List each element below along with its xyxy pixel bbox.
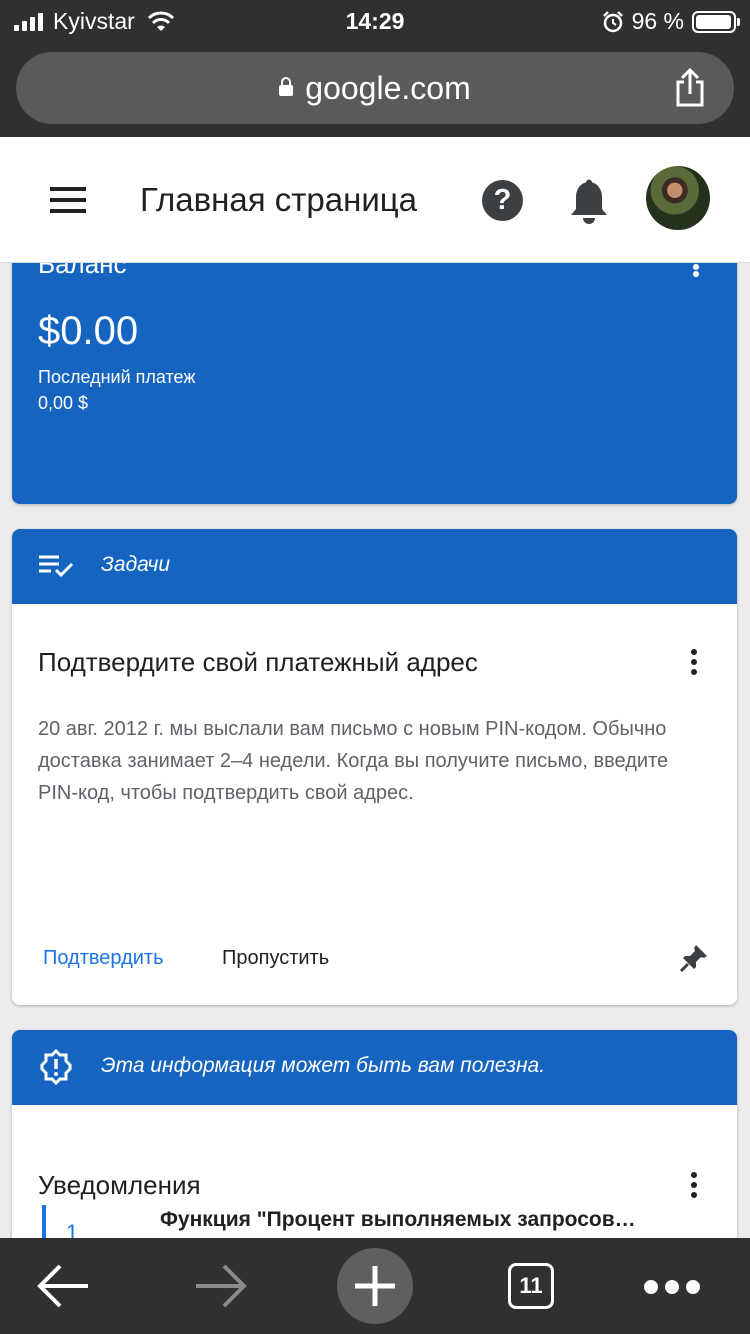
notification-accent-bar [42, 1205, 46, 1238]
battery-level [696, 14, 731, 29]
info-card-header-label: Эта информация может быть вам полезна. [101, 1054, 546, 1077]
task-more-icon[interactable] [691, 649, 697, 675]
plus-icon [355, 1266, 395, 1306]
notifications-title: Уведомления [38, 1170, 201, 1200]
forward-arrow-icon[interactable] [180, 1238, 260, 1334]
main-content: Баланс $0.00 Последний платеж 0,00 $ Зад… [0, 263, 750, 1238]
menu-icon[interactable] [50, 187, 86, 213]
notification-item[interactable]: 1 Функция "Процент выполняемых запросов… [42, 1205, 712, 1238]
battery-icon [692, 10, 740, 33]
browser-toolbar: 11 [0, 1238, 750, 1334]
status-right: 96 % [602, 8, 740, 35]
notifications-bell-icon[interactable] [568, 179, 610, 225]
help-icon[interactable]: ? [482, 180, 523, 221]
account-avatar[interactable] [646, 166, 710, 230]
share-icon[interactable] [672, 68, 708, 108]
task-description: 20 авг. 2012 г. мы выслали вам письмо с … [38, 718, 669, 804]
balance-card-title: Баланс [38, 263, 127, 279]
balance-more-icon[interactable] [693, 263, 699, 277]
alarm-icon [602, 10, 623, 32]
url-display[interactable]: google.com [16, 70, 734, 107]
url-bar[interactable]: google.com [16, 52, 734, 124]
info-card-header: Эта информация может быть вам полезна. [12, 1030, 737, 1105]
notification-number: 1 [66, 1220, 79, 1238]
status-bar: Kyivstar 14:29 96 % [0, 0, 750, 40]
tasks-card-header: Задачи [12, 529, 737, 604]
task-list-icon [39, 555, 74, 578]
balance-card: Баланс $0.00 Последний платеж 0,00 $ [12, 263, 737, 504]
tasks-card: Задачи Подтвердите свой платежный адрес … [12, 529, 737, 1005]
balance-amount: $0.00 [38, 309, 139, 353]
tab-switcher-button[interactable]: 11 [508, 1263, 554, 1309]
confirm-button[interactable]: Подтвердить [43, 947, 164, 970]
last-payment-label: Последний платеж [38, 367, 196, 387]
new-tab-button[interactable] [337, 1248, 413, 1324]
more-menu-icon[interactable] [644, 1280, 700, 1294]
last-payment-value: 0,00 $ [38, 393, 89, 413]
info-card: Эта информация может быть вам полезна. У… [12, 1030, 737, 1238]
app-header: Главная страница ? [0, 137, 750, 263]
skip-button[interactable]: Пропустить [222, 947, 329, 970]
task-title: Подтвердите свой платежный адрес [38, 647, 478, 677]
page-title: Главная страница [140, 181, 418, 218]
info-alert-icon [40, 1049, 72, 1085]
battery-percent: 96 % [631, 8, 684, 34]
back-arrow-icon[interactable] [24, 1238, 104, 1334]
browser-top-bar: Kyivstar 14:29 96 % google.com [0, 0, 750, 137]
tasks-card-header-label: Задачи [101, 553, 170, 576]
notifications-more-icon[interactable] [691, 1172, 697, 1198]
notification-text: Функция "Процент выполняемых запросов… [160, 1208, 636, 1231]
url-text: google.com [305, 70, 471, 106]
lock-icon [279, 77, 294, 96]
pin-icon[interactable] [679, 943, 709, 973]
